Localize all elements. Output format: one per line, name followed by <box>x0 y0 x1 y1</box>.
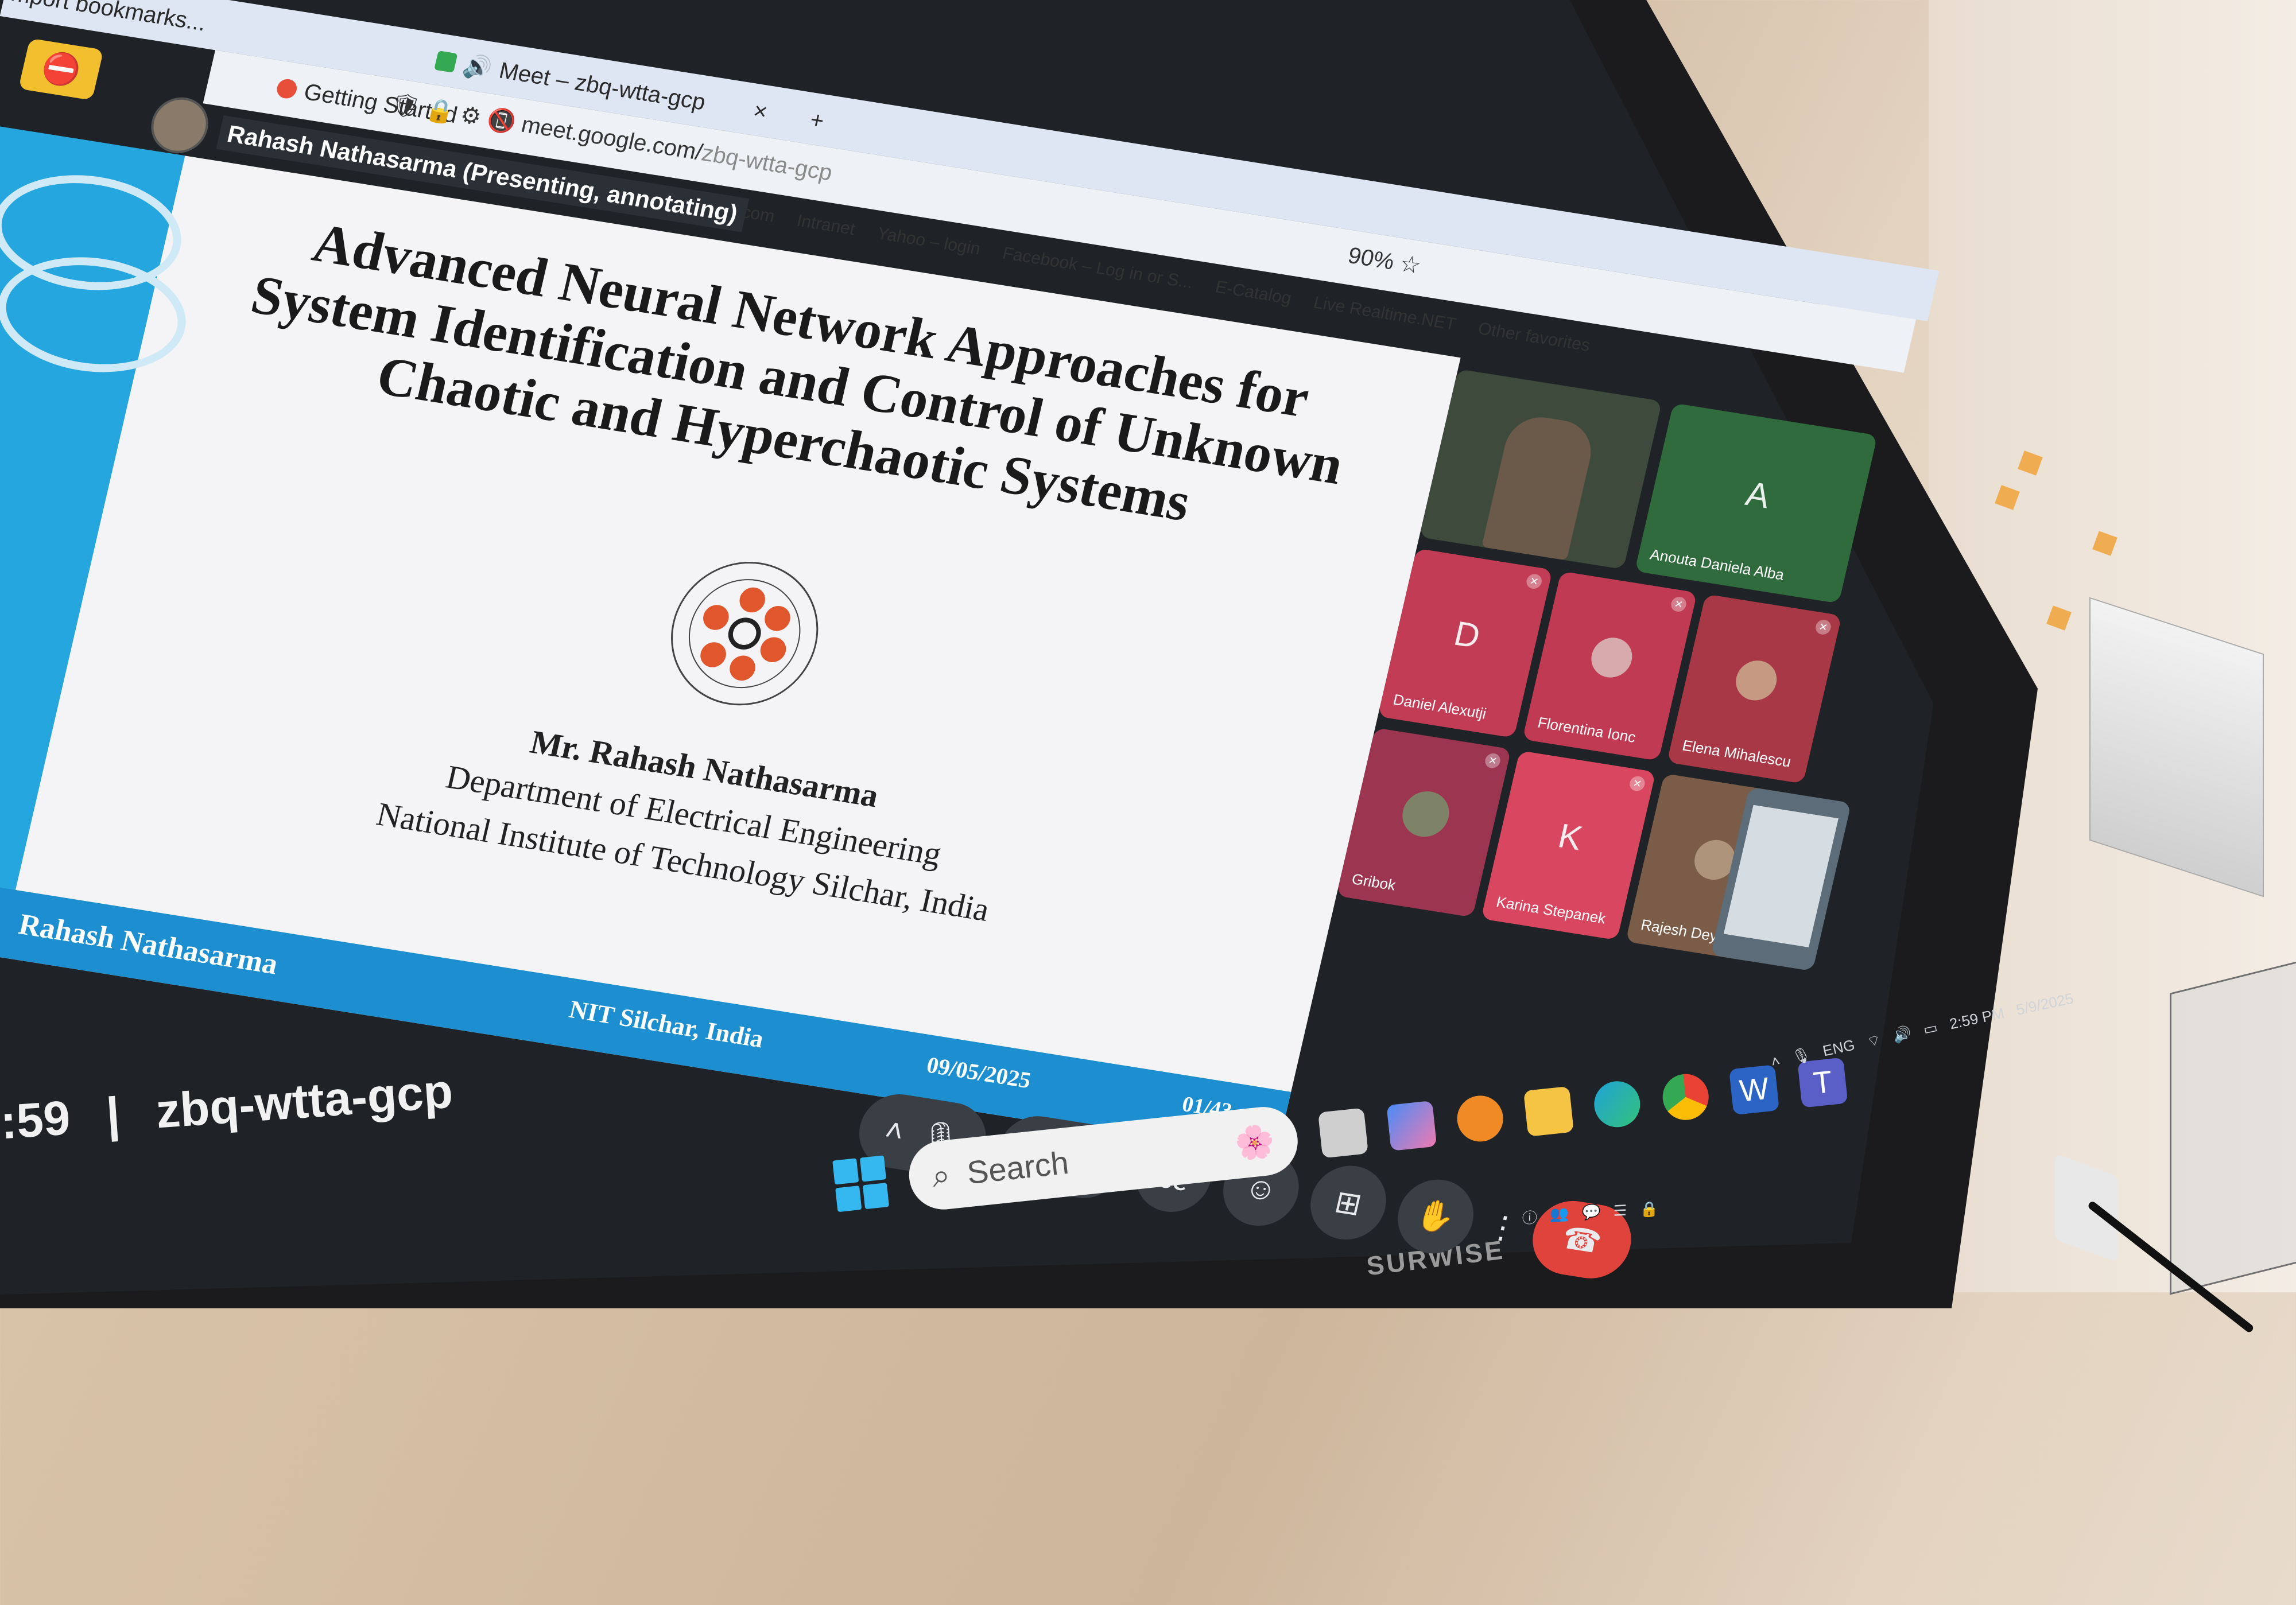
participant-avatar <box>1732 658 1781 704</box>
participant-avatar <box>1587 635 1636 681</box>
screen-share-off-icon[interactable]: ⛔ <box>18 38 104 100</box>
copilot-icon[interactable] <box>1386 1100 1437 1151</box>
participant-initial: A <box>1742 474 1774 516</box>
muted-icon: ✕ <box>1483 752 1502 770</box>
site-info-icon: ⚙ <box>457 102 484 130</box>
participant-name: Florentina Ionc <box>1536 713 1638 746</box>
other-favorites[interactable]: Other favorites <box>1476 319 1592 356</box>
battery-icon[interactable]: ▭ <box>1922 1019 1940 1040</box>
slide-side-decoration <box>0 125 198 958</box>
glass-enclosure <box>2170 958 2296 1295</box>
muted-icon: ✕ <box>1814 619 1833 636</box>
speaker-icon: 🔊 <box>460 52 495 82</box>
bookmark-item[interactable]: Intranet <box>795 211 857 239</box>
plus-icon: + <box>808 107 827 134</box>
muted-icon: ✕ <box>1525 573 1543 590</box>
participant-name: Gribok <box>1350 870 1398 894</box>
shield-icon: 🛡 <box>388 91 423 121</box>
import-bookmarks-link[interactable]: Import bookmarks... <box>1 0 211 43</box>
task-view-icon[interactable] <box>1318 1107 1368 1159</box>
footer-presenter: Rahash Nathasarma <box>15 908 281 981</box>
bookmark-item[interactable]: Live Realtime.NET <box>1312 293 1457 335</box>
chrome-icon[interactable] <box>1660 1071 1711 1122</box>
raise-hand-button[interactable]: ✋ <box>1390 1174 1481 1259</box>
present-icon: ⊞ <box>1331 1184 1365 1222</box>
search-placeholder: Search <box>965 1144 1071 1191</box>
meet-icon <box>434 50 458 73</box>
lock-icon[interactable]: 🔒 <box>1639 1200 1658 1222</box>
participant-video <box>1481 412 1598 561</box>
search-icon: ⌕ <box>930 1156 952 1194</box>
footer-date: 09/05/2025 <box>924 1051 1034 1094</box>
participant-initial: K <box>1554 816 1587 858</box>
bookmark-item[interactable]: Yahoo – login <box>875 224 982 259</box>
more-options-button[interactable]: ⋮ <box>1477 1188 1529 1266</box>
more-icon: ⋮ <box>1484 1208 1522 1247</box>
participant-tile[interactable] <box>1419 368 1662 570</box>
close-tab-button[interactable]: × <box>749 91 771 132</box>
edge-icon <box>275 77 299 100</box>
participant-avatar <box>1398 788 1454 840</box>
file-explorer-icon[interactable] <box>1523 1086 1574 1137</box>
wifi-icon[interactable]: ⌔ <box>1865 1031 1883 1052</box>
participant-name: Elena Mihalescu <box>1681 736 1793 771</box>
word-icon[interactable]: W <box>1729 1064 1779 1116</box>
edge-icon[interactable] <box>1592 1079 1643 1130</box>
chat-icon[interactable]: 💬 <box>1581 1203 1600 1225</box>
firefox-icon[interactable] <box>1455 1093 1506 1144</box>
bookmark-item[interactable]: E-Catalog <box>1213 277 1293 308</box>
participant-tile[interactable]: A Anouta Daniela Alba <box>1634 403 1878 604</box>
raise-hand-icon: ✋ <box>1413 1196 1459 1237</box>
search-highlight-icon: 🌸 <box>1232 1122 1277 1163</box>
participant-name: Anouta Daniela Alba <box>1648 545 1786 584</box>
camera-off-icon: 📵 <box>484 106 519 136</box>
participant-name: Rajesh Dey <box>1639 916 1720 945</box>
people-icon[interactable]: 👥 <box>1550 1204 1569 1226</box>
participant-tile[interactable]: ✕ Elena Mihalescu <box>1667 594 1842 784</box>
participant-tile[interactable]: ✕ K Karina Stepanek <box>1480 750 1656 941</box>
import-bookmarks-label: Import bookmarks... <box>2 0 209 36</box>
volume-icon[interactable]: 🔊 <box>1891 1024 1914 1046</box>
activities-icon[interactable]: ☰ <box>1613 1202 1627 1223</box>
mic-icon[interactable]: 🎙 <box>1790 1046 1813 1068</box>
close-icon: × <box>751 98 770 125</box>
meeting-time: :59 <box>0 1090 72 1149</box>
shared-screen-preview <box>1723 805 1839 947</box>
department: Department of Electrical Engineering <box>443 757 945 873</box>
muted-icon: ✕ <box>1669 596 1688 613</box>
footer-institute: NIT Silchar, India <box>567 995 767 1054</box>
institute-seal-logo <box>671 561 819 706</box>
info-icon[interactable]: ⓘ <box>1522 1206 1538 1228</box>
participant-name: Karina Stepanek <box>1495 893 1608 927</box>
windows-start-icon[interactable] <box>832 1155 890 1213</box>
muted-icon: ✕ <box>1628 775 1647 792</box>
participant-initial: D <box>1450 613 1484 656</box>
participant-name: Daniel Alexutji <box>1391 690 1488 722</box>
new-tab-button[interactable]: + <box>806 100 828 141</box>
lock-icon: 🔒 <box>423 96 457 126</box>
participant-tile[interactable]: ✕ Florentina Ionc <box>1522 571 1697 761</box>
